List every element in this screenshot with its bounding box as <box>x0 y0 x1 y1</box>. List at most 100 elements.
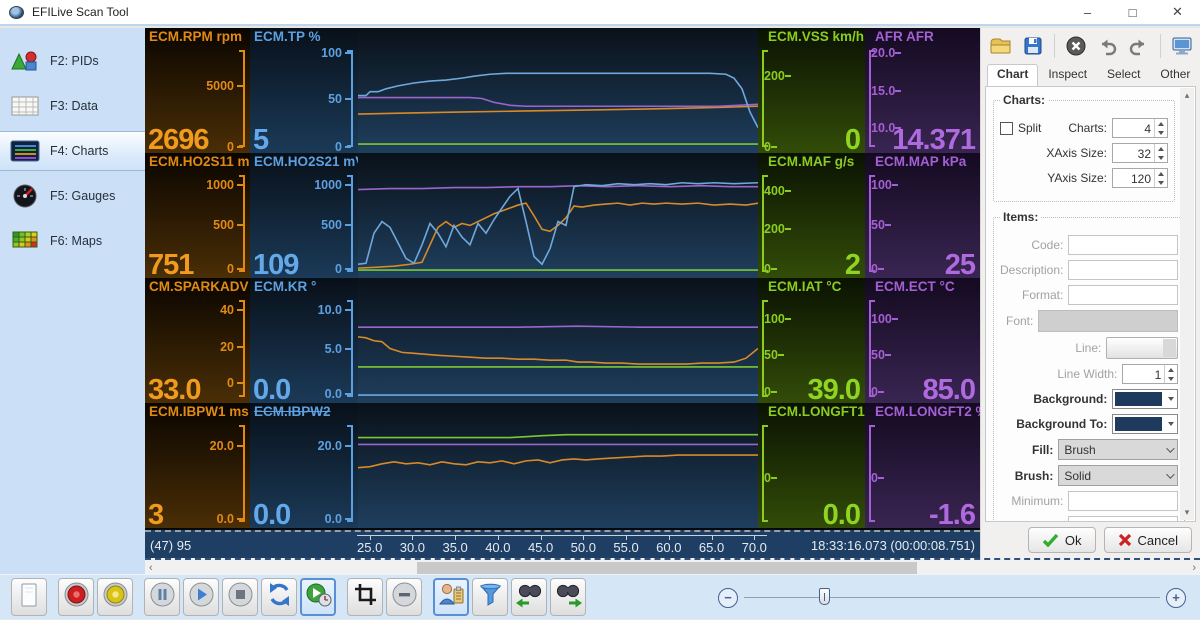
chart-panel-afr[interactable]: AFR AFR20.015.010.014.371 <box>865 28 980 153</box>
description-label: Description: <box>1000 263 1063 277</box>
search-prev-button[interactable] <box>511 578 547 616</box>
split-checkbox[interactable]: Split <box>1000 121 1041 135</box>
chart-panel-maf[interactable]: ECM.MAF g/s40020002 <box>758 153 865 278</box>
chart-panel-longft1[interactable]: ECM.LONGFT1 %00.0 <box>758 403 865 528</box>
tick-label: 100 <box>871 178 892 192</box>
sidebar-item-label: F3: Data <box>50 99 98 113</box>
chart-panel-iat[interactable]: ECM.IAT °C10050039.0 <box>758 278 865 403</box>
chart-panel-tp[interactable]: ECM.TP %1005005 <box>250 28 358 153</box>
chart-panel-ho2s11[interactable]: ECM.HO2S11 m10005000751 <box>145 153 250 278</box>
spin-up-icon[interactable] <box>1155 169 1167 178</box>
undo-icon[interactable] <box>1095 33 1119 59</box>
person-clipboard-button[interactable] <box>433 578 469 616</box>
refresh-button[interactable] <box>261 578 297 616</box>
charts-count-spinner[interactable]: 4 <box>1112 118 1168 138</box>
axis-tick: 0.0 <box>325 387 351 401</box>
sidebar-item-charts[interactable]: F4: Charts <box>0 131 145 171</box>
check-icon <box>1042 533 1059 547</box>
tab-other[interactable]: Other <box>1150 64 1200 86</box>
scroll-down-icon[interactable]: ▾ <box>1180 507 1194 518</box>
record-red-button[interactable] <box>58 578 94 616</box>
search-next-button[interactable] <box>550 578 586 616</box>
ok-button[interactable]: Ok <box>1028 527 1096 553</box>
chart-panel-kr[interactable]: ECM.KR °10.05.00.00.0 <box>250 278 358 403</box>
x-tick-label: 40.0 <box>485 536 510 556</box>
chart-grid[interactable]: ECM.RPM rpm500002696ECM.TP %1005005 ECM.V… <box>145 28 980 530</box>
cancel-circle-icon[interactable] <box>1064 33 1088 59</box>
plot-area[interactable] <box>358 28 758 153</box>
spin-up-icon[interactable] <box>1155 144 1167 153</box>
spin-down-icon[interactable] <box>1155 178 1167 187</box>
tick-mark <box>345 309 351 311</box>
tab-chart[interactable]: Chart <box>987 64 1038 86</box>
background-color-dropdown[interactable] <box>1112 389 1178 409</box>
close-button[interactable]: ✕ <box>1155 0 1200 24</box>
chart-panel-ho2s21[interactable]: ECM.HO2S21 mV10005000109 <box>250 153 358 278</box>
monitor-icon[interactable] <box>1170 33 1194 59</box>
chart-panel-longft2[interactable]: ECM.LONGFT2 %0-1.6 <box>865 403 980 528</box>
chart-panel-ect[interactable]: ECM.ECT °C10050085.0 <box>865 278 980 403</box>
crop-button[interactable] <box>347 578 383 616</box>
fill-select[interactable]: Brush <box>1058 439 1178 460</box>
play-timer-button[interactable] <box>300 578 336 616</box>
spin-down-icon[interactable] <box>1155 153 1167 162</box>
horizontal-scrollbar[interactable]: ‹ › <box>145 558 1200 574</box>
save-icon[interactable] <box>1020 33 1044 59</box>
gauges-icon <box>9 183 41 209</box>
filter-funnel-button[interactable] <box>472 578 508 616</box>
tick-mark <box>785 318 791 320</box>
tab-inspect[interactable]: Inspect <box>1038 64 1097 86</box>
tick-label: 0 <box>335 140 342 153</box>
pause-button[interactable] <box>144 578 180 616</box>
scrollbar-thumb[interactable] <box>417 562 917 574</box>
axis-tick: 100 <box>764 312 794 326</box>
plot-area[interactable] <box>358 153 758 278</box>
scroll-right-icon[interactable]: › <box>1192 562 1196 574</box>
chart-panel-ibpw1[interactable]: ECM.IBPW1 ms20.00.03 <box>145 403 250 528</box>
panel-scrollbar[interactable]: ▴ ▾ <box>1180 88 1194 520</box>
toolbar-separator <box>1054 34 1055 58</box>
chart-panel-rpm[interactable]: ECM.RPM rpm500002696 <box>145 28 250 153</box>
scroll-left-icon[interactable]: ‹ <box>149 562 153 574</box>
sidebar-item-maps[interactable]: F6: Maps <box>0 221 145 261</box>
zoom-slider[interactable]: − + <box>718 575 1186 620</box>
minimize-button[interactable]: – <box>1065 0 1110 24</box>
maximize-button[interactable]: □ <box>1110 0 1155 24</box>
plot-area[interactable] <box>358 403 758 528</box>
redo-icon[interactable] <box>1126 33 1150 59</box>
y-axis-kr: 10.05.00.0 <box>351 300 353 397</box>
spin-up-icon[interactable] <box>1155 119 1167 128</box>
open-icon[interactable] <box>989 33 1013 59</box>
chart-panel-sparkadv[interactable]: CM.SPARKADV4020033.0 <box>145 278 250 403</box>
spin-down-icon[interactable] <box>1155 128 1167 137</box>
close-log-button[interactable] <box>11 578 47 616</box>
slider-track[interactable] <box>744 597 1160 598</box>
tick-mark <box>771 146 777 148</box>
record-red-icon <box>63 581 90 613</box>
brush-select[interactable]: Solid <box>1058 465 1178 486</box>
chart-panel-vss[interactable]: ECM.VSS km/h20000 <box>758 28 865 153</box>
slider-thumb[interactable] <box>819 588 830 605</box>
sidebar-item-gauges[interactable]: F5: Gauges <box>0 176 145 216</box>
xaxis-size-spinner[interactable]: 32 <box>1112 143 1168 163</box>
sidebar-item-pids[interactable]: F2: PIDs <box>0 41 145 81</box>
tab-select[interactable]: Select <box>1097 64 1150 86</box>
cancel-button[interactable]: Cancel <box>1104 527 1192 553</box>
scroll-up-icon[interactable]: ▴ <box>1180 90 1194 101</box>
zoom-in-icon[interactable]: + <box>1166 588 1186 608</box>
axis-tick: 0 <box>871 471 887 485</box>
plot-area[interactable] <box>358 278 758 403</box>
record-yellow-button[interactable] <box>97 578 133 616</box>
stop-button[interactable] <box>222 578 258 616</box>
yaxis-size-spinner[interactable]: 120 <box>1112 168 1168 188</box>
zoom-out-icon[interactable]: − <box>718 588 738 608</box>
series-line-purple <box>358 98 758 107</box>
sidebar-item-data[interactable]: F3: Data <box>0 86 145 126</box>
remove-button[interactable] <box>386 578 422 616</box>
chart-panel-ibpw2[interactable]: ECM.IBPW220.00.00.0 <box>250 403 358 528</box>
play-button[interactable] <box>183 578 219 616</box>
split-checkbox-box[interactable] <box>1000 122 1013 135</box>
chart-panel-map[interactable]: ECM.MAP kPa10050025 <box>865 153 980 278</box>
tick-mark <box>892 318 898 320</box>
background-to-color-dropdown[interactable] <box>1112 414 1178 434</box>
